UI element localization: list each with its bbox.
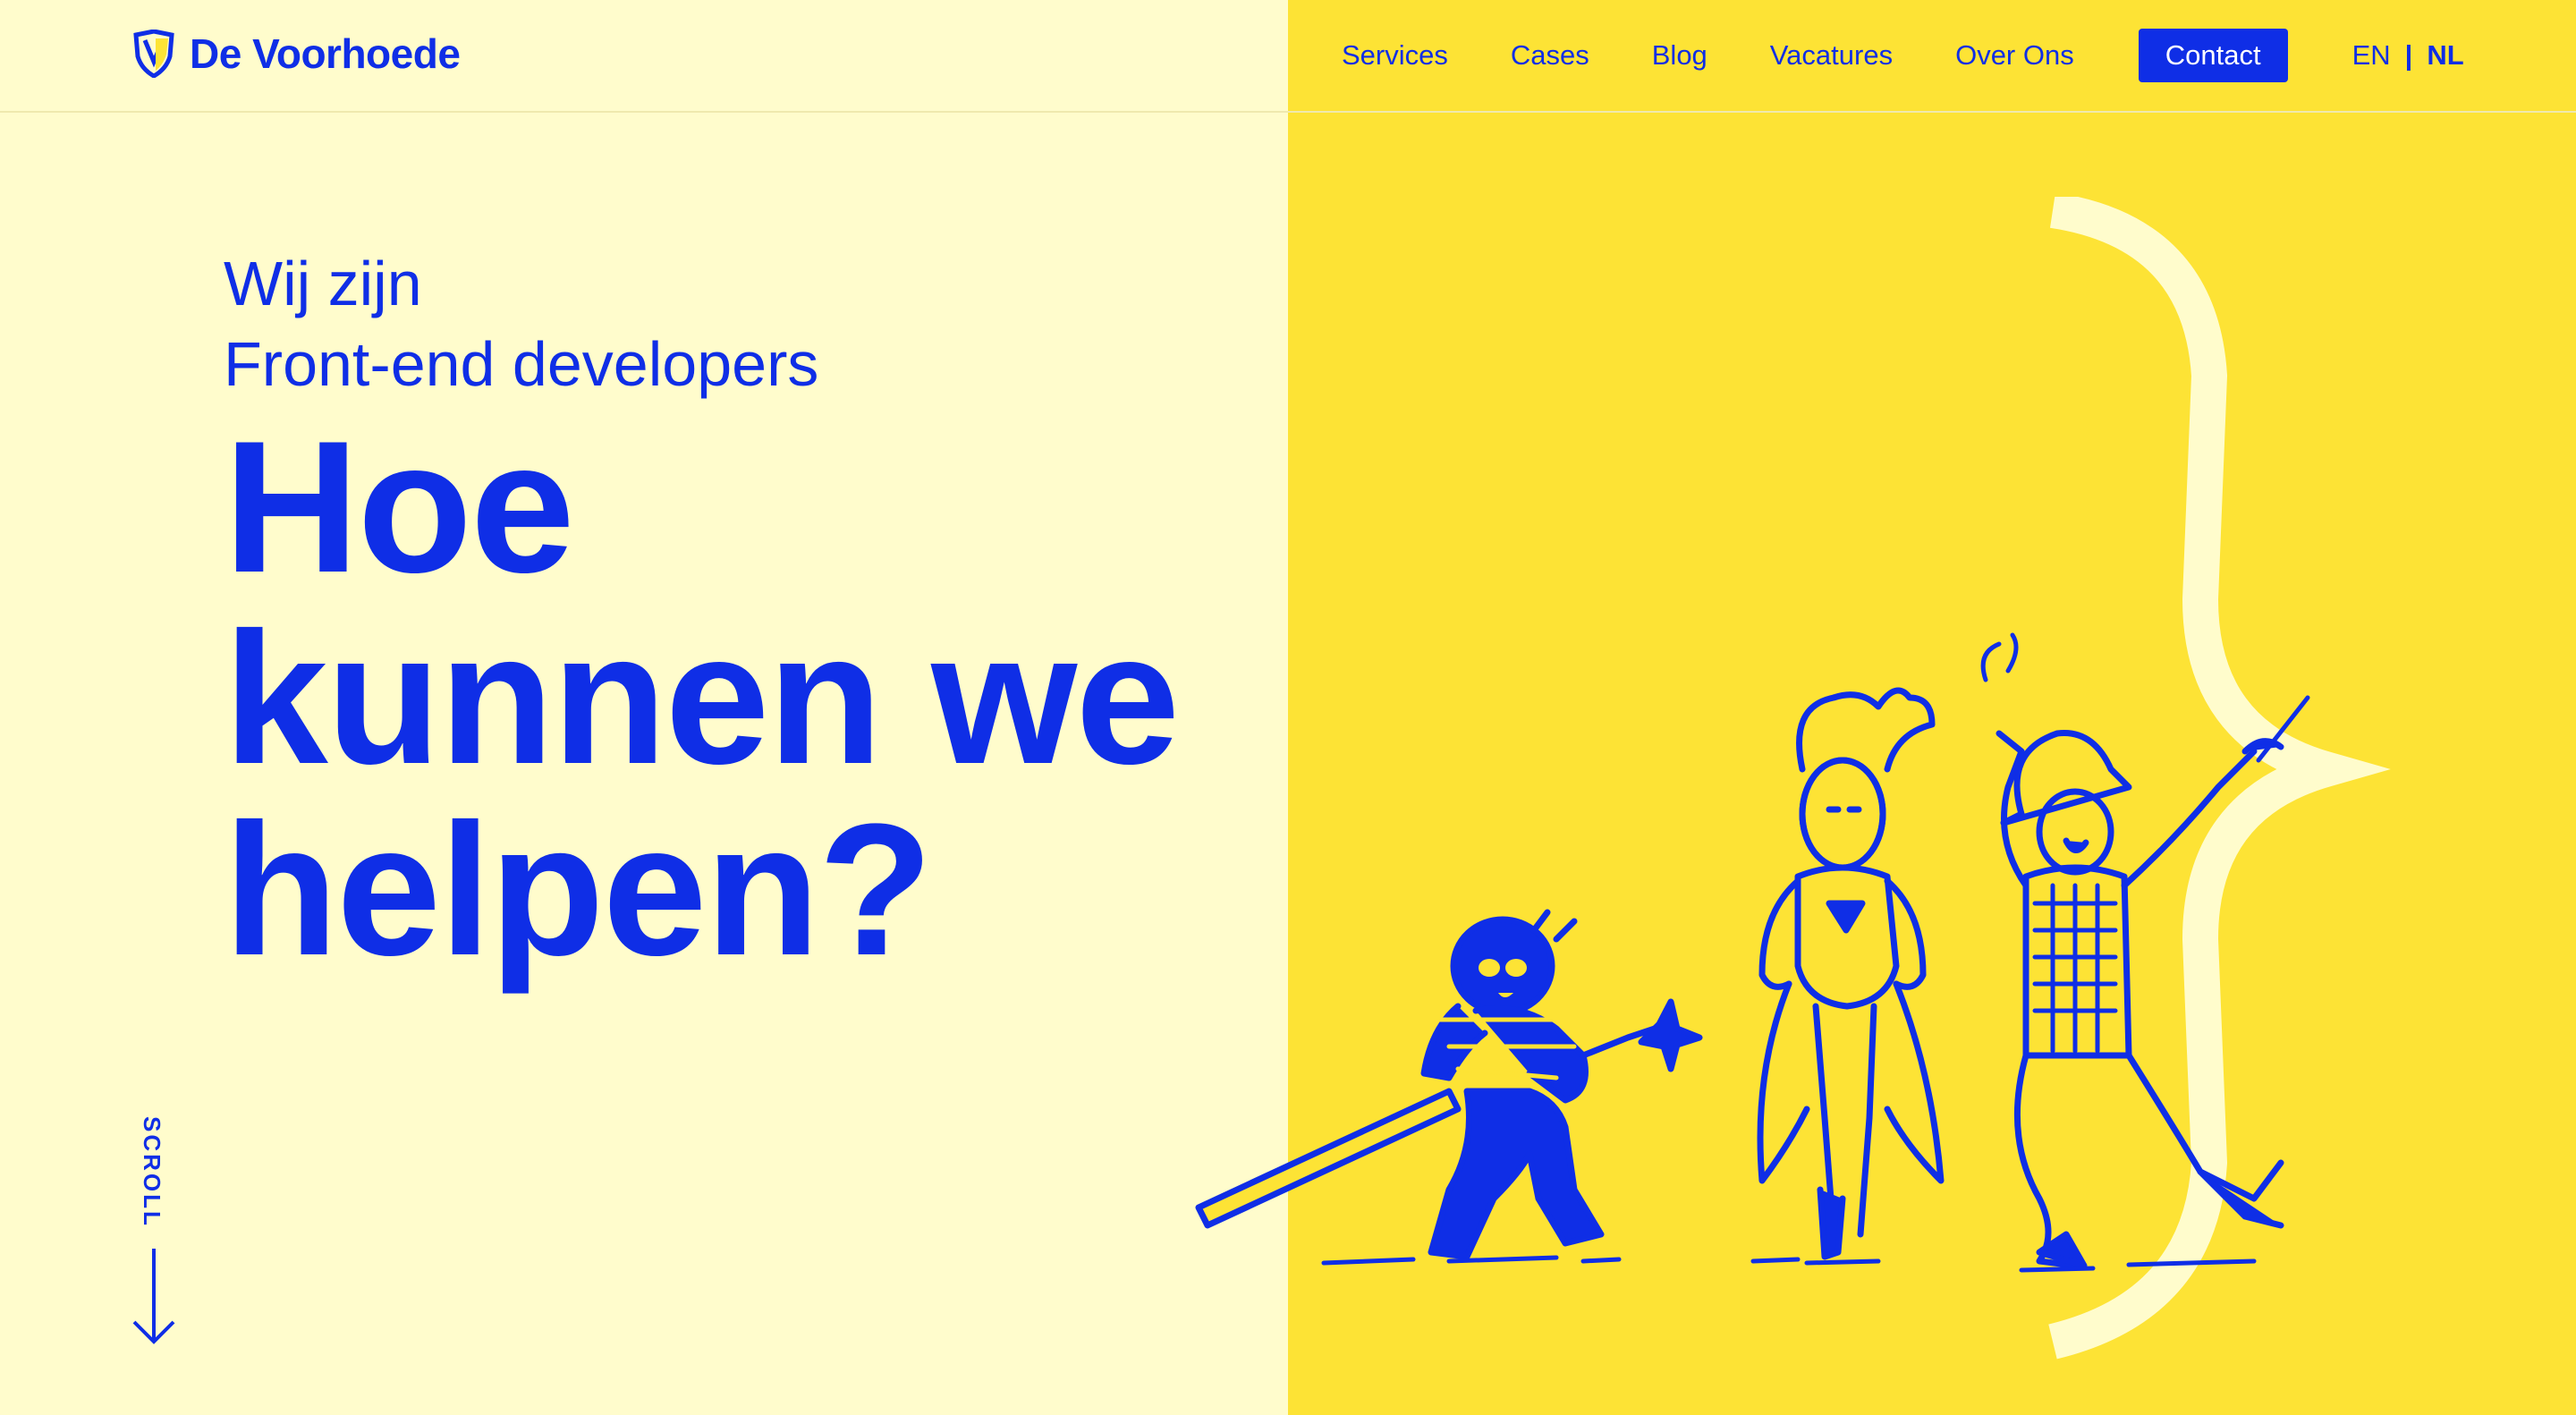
language-switcher: EN | NL [2352, 39, 2464, 72]
nav-item-cases[interactable]: Cases [1511, 39, 1589, 72]
brand-name: De Voorhoede [190, 30, 461, 77]
ninja-character [1195, 909, 1703, 1266]
lang-en-link[interactable]: EN [2352, 39, 2391, 72]
site-header: De Voorhoede Services Cases Blog Vacatur… [0, 0, 2576, 113]
superhero-character [1750, 687, 1945, 1266]
nav-item-blog[interactable]: Blog [1652, 39, 1707, 72]
hero-intro: Wij zijn Front-end developers [224, 243, 818, 404]
lang-nl-link[interactable]: NL [2427, 39, 2463, 72]
shield-logo-icon [133, 30, 174, 78]
intro-line-1: Wij zijn [224, 249, 422, 318]
nav-item-vacatures[interactable]: Vacatures [1770, 39, 1893, 72]
scroll-link[interactable]: SCROLL [131, 1116, 175, 1349]
logo-link[interactable]: De Voorhoede [132, 27, 461, 80]
headline-line-3: helpen? [224, 784, 933, 995]
lang-separator: | [2404, 39, 2413, 71]
arrow-down-icon [132, 1249, 175, 1344]
main-nav: Services Cases Blog Vacatures Over Ons C… [1342, 27, 2464, 84]
nav-item-services[interactable]: Services [1342, 39, 1448, 72]
scroll-label: SCROLL [139, 1116, 165, 1228]
contact-button[interactable]: Contact [2138, 29, 2288, 82]
hero-illustration [1195, 197, 2391, 1360]
curly-brace-decoration [2048, 197, 2391, 1360]
headline-line-1: Hoe [224, 402, 575, 612]
nav-item-over-ons[interactable]: Over Ons [1955, 39, 2074, 72]
headline-line-2: kunnen we [224, 593, 1180, 803]
intro-line-2: Front-end developers [224, 329, 819, 399]
hero-headline: Hoe kunnen we helpen? [224, 402, 1180, 995]
